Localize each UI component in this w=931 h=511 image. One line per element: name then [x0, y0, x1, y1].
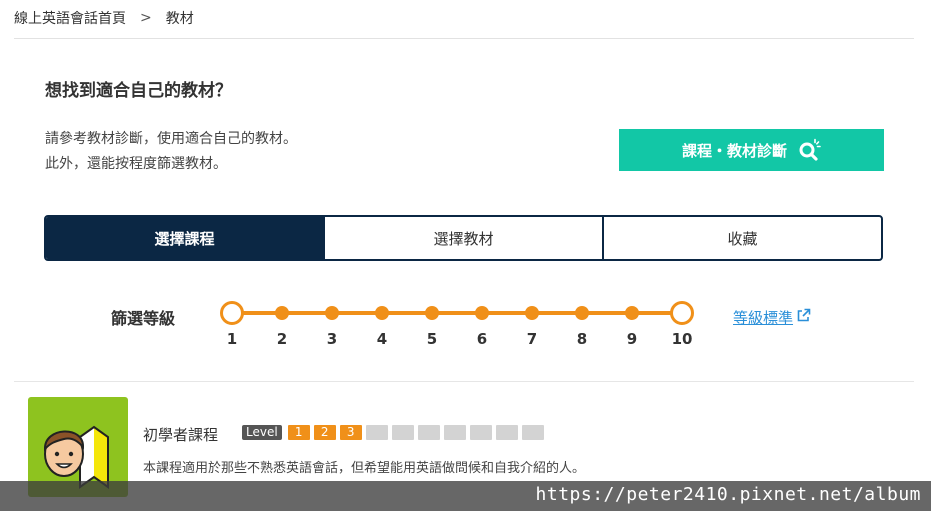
- slider-step-dot[interactable]: [475, 306, 489, 320]
- description-line-2: 此外，還能按程度篩選教材。: [45, 156, 227, 172]
- level-box-inactive: [417, 425, 440, 440]
- course-title[interactable]: 初學者課程: [143, 424, 218, 445]
- level-badge: Level: [242, 425, 282, 440]
- slider-level-number: 9: [626, 330, 638, 348]
- slider-level-number: 2: [276, 330, 288, 348]
- breadcrumb: 線上英語會話首頁 > 教材: [14, 8, 194, 28]
- slider-track: [232, 311, 684, 315]
- breadcrumb-home-link[interactable]: 線上英語會話首頁: [14, 8, 126, 28]
- tab-bar: 選擇課程 選擇教材 收藏: [44, 215, 883, 261]
- slider-step-dot[interactable]: [425, 306, 439, 320]
- slider-step-dot[interactable]: [525, 306, 539, 320]
- level-box-inactive: [521, 425, 544, 440]
- slider-level-number: 6: [476, 330, 488, 348]
- slider-level-number: 5: [426, 330, 438, 348]
- filter-level-label: 篩選等級: [111, 309, 176, 328]
- description-line-1: 請參考教材診斷，使用適合自己的教材。: [45, 131, 297, 147]
- watermark-text: https://peter2410.pixnet.net/album: [535, 484, 921, 505]
- slider-handle[interactable]: [220, 301, 244, 325]
- slider-step-dot[interactable]: [275, 306, 289, 320]
- level-box-inactive: [495, 425, 518, 440]
- level-box-inactive: [469, 425, 492, 440]
- magnifier-sparkle-icon: [797, 138, 821, 162]
- page-heading: 想找到適合自己的教材？: [45, 81, 232, 101]
- level-box-active: 1: [287, 425, 310, 440]
- level-range-slider[interactable]: 1 2 3 4 5 6 7 8 9 10: [220, 300, 696, 360]
- breadcrumb-current: 教材: [165, 11, 194, 27]
- breadcrumb-separator: >: [140, 10, 152, 26]
- slider-level-number: 4: [376, 330, 388, 348]
- tab-select-course[interactable]: 選擇課程: [46, 217, 323, 259]
- divider: [14, 38, 914, 39]
- slider-step-dot[interactable]: [625, 306, 639, 320]
- course-level-indicator: Level 123: [242, 425, 544, 440]
- level-box-inactive: [365, 425, 388, 440]
- tab-select-material[interactable]: 選擇教材: [323, 217, 602, 259]
- slider-level-number: 3: [326, 330, 338, 348]
- slider-step-dot[interactable]: [375, 306, 389, 320]
- level-box-active: 3: [339, 425, 362, 440]
- level-standard-link[interactable]: 等級標準: [733, 307, 811, 328]
- level-standard-link-label: 等級標準: [733, 309, 794, 327]
- external-link-icon: [796, 308, 811, 327]
- tab-favorites[interactable]: 收藏: [602, 217, 881, 259]
- level-box-inactive: [391, 425, 414, 440]
- divider: [14, 381, 914, 382]
- slider-handle[interactable]: [670, 301, 694, 325]
- slider-level-number: 10: [671, 330, 693, 348]
- diagnosis-button-label: 課程・教材診斷: [681, 141, 787, 160]
- level-box-inactive: [443, 425, 466, 440]
- slider-level-number: 8: [576, 330, 588, 348]
- slider-step-dot[interactable]: [575, 306, 589, 320]
- diagnosis-button[interactable]: 課程・教材診斷: [619, 129, 884, 171]
- page-description: 請參考教材診斷，使用適合自己的教材。 此外，還能按程度篩選教材。: [45, 127, 297, 177]
- slider-level-number: 1: [226, 330, 238, 348]
- slider-level-number: 7: [526, 330, 538, 348]
- level-box-active: 2: [313, 425, 336, 440]
- slider-step-dot[interactable]: [325, 306, 339, 320]
- course-description: 本課程適用於那些不熟悉英語會話，但希望能用英語做問候和自我介紹的人。: [143, 461, 586, 476]
